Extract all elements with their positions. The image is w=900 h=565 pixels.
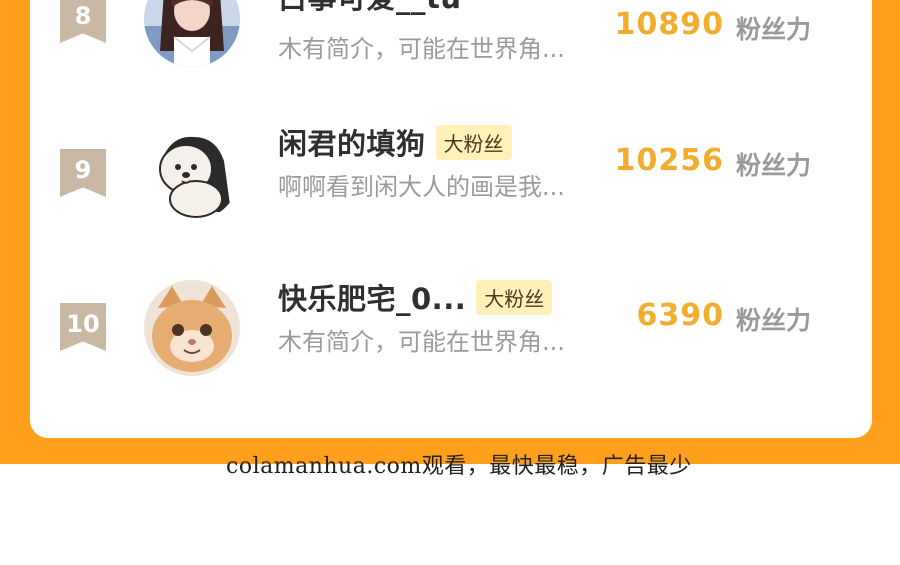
rank-badge: 10 [60,303,106,351]
fan-score-unit: 粉丝力 [736,306,812,335]
leaderboard-row[interactable]: 8 白事可爱__tu 木有简介，可能在世界角... 10890 粉丝力 [30,0,872,107]
rank-badge: 8 [60,0,106,43]
rank-number: 8 [74,2,92,30]
user-intro: 木有简介，可能在世界角... [278,328,565,356]
user-name[interactable]: 白事可爱__tu [278,0,462,17]
page: 8 白事可爱__tu 木有简介，可能在世界角... 10890 粉丝力 [0,0,900,565]
fan-score: 10890 [614,7,724,42]
fan-score-unit: 粉丝力 [736,15,812,44]
user-name-line: 快乐肥宅_0... 大粉丝 [278,276,553,318]
leaderboard-row[interactable]: 9 闲君的填狗 大粉丝 啊啊看到闲大人的画是我... 10256 粉丝力 [30,124,872,255]
user-name-line: 闲君的填狗 大粉丝 [278,121,512,163]
user-name-line: 白事可爱__tu [278,0,462,17]
user-name[interactable]: 闲君的填狗 [278,121,426,163]
big-fan-badge: 大粉丝 [435,124,512,160]
rank-number: 9 [74,156,92,184]
fan-score: 10256 [614,143,724,178]
fan-score: 6390 [636,298,724,333]
orange-cat-avatar[interactable] [144,280,240,376]
rank-number: 10 [66,310,100,338]
site-promo-text: colamanhua.com观看，最快最稳，广告最少 [226,454,692,479]
user-intro: 啊啊看到闲大人的画是我... [278,173,565,201]
user-name[interactable]: 快乐肥宅_0... [278,276,466,318]
rank-badge: 9 [60,149,106,197]
leaderboard-row[interactable]: 10 快乐肥宅_0... 大粉丝 木有简介，可能在世界角... 6390 粉丝力 [30,279,872,410]
fan-score-unit: 粉丝力 [736,151,812,180]
user-intro: 木有简介，可能在世界角... [278,35,565,63]
girl-portrait-avatar[interactable] [144,0,240,67]
fan-leaderboard-card: 8 白事可爱__tu 木有简介，可能在世界角... 10890 粉丝力 [30,0,872,438]
big-fan-badge: 大粉丝 [476,279,553,315]
white-dog-avatar[interactable] [144,125,240,221]
